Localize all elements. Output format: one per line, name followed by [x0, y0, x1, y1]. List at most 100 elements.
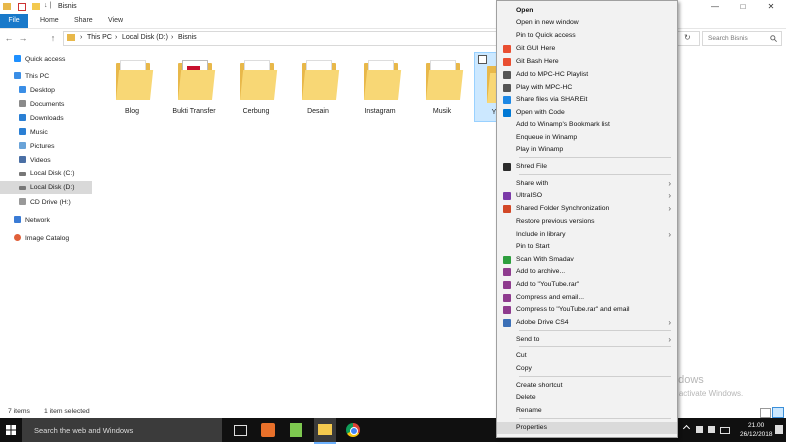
menu-item-open[interactable]: Open [497, 5, 677, 17]
menu-item-play-in-winamp[interactable]: Play in Winamp [497, 144, 677, 156]
folder-item-selected[interactable]: Y [474, 52, 498, 122]
new-folder-icon[interactable] [32, 3, 40, 10]
tray-arrow-icon[interactable] [682, 424, 691, 433]
sidebar-item-videos[interactable]: Videos [19, 156, 51, 169]
image-catalog-icon [14, 234, 21, 241]
menu-item-pin-to-start[interactable]: Pin to Start [497, 241, 677, 253]
menu-item-add-to-youtube-rar[interactable]: Add to "YouTube.rar" [497, 279, 677, 291]
sidebar-item-documents[interactable]: Documents [19, 100, 64, 113]
menu-item-git-bash-here[interactable]: Git Bash Here [497, 56, 677, 68]
task-view-icon[interactable] [232, 422, 248, 438]
folder-item[interactable]: Bukti Transfer [166, 56, 222, 122]
close-button[interactable]: ✕ [756, 1, 786, 13]
menu-item-restore-previous-versions[interactable]: Restore previous versions [497, 216, 677, 228]
notepad-icon[interactable] [288, 422, 304, 438]
clock-date[interactable]: 26/12/2018 [740, 431, 773, 438]
menu-item-adobe-drive-cs4[interactable]: Adobe Drive CS4 › [497, 317, 677, 329]
menu-item-git-gui-here[interactable]: Git GUI Here [497, 43, 677, 55]
menu-item-open-with-code[interactable]: Open with Code [497, 107, 677, 119]
menu-item-pin-to-quick-access[interactable]: Pin to Quick access [497, 30, 677, 42]
menu-item-compress-to-youtube-rar-and-email[interactable]: Compress to "YouTube.rar" and email [497, 304, 677, 316]
menu-item-open-in-new-window[interactable]: Open in new window [497, 17, 677, 29]
menu-separator [519, 418, 671, 419]
tab-share[interactable]: Share [74, 14, 93, 28]
sidebar-item-image-catalog[interactable]: Image Catalog [14, 234, 69, 247]
menu-item-ultraiso[interactable]: UltraISO › [497, 190, 677, 202]
menu-item-add-to-archive[interactable]: Add to archive... [497, 266, 677, 278]
item-count: 7 items [8, 408, 30, 415]
menu-item-include-in-library[interactable]: Include in library › [497, 229, 677, 241]
menu-item-create-shortcut[interactable]: Create shortcut [497, 380, 677, 392]
sidebar-item-cd-drive-h[interactable]: CD Drive (H:) [19, 198, 71, 211]
refresh-icon[interactable]: ↻ [684, 33, 691, 42]
menu-item-label: Restore previous versions [516, 218, 595, 225]
menu-item-add-to-winamp-s-bookmark-list[interactable]: Add to Winamp's Bookmark list [497, 119, 677, 131]
sidebar-item-desktop[interactable]: Desktop [19, 86, 55, 99]
menu-item-shred-file[interactable]: Shred File [497, 161, 677, 173]
menu-item-send-to[interactable]: Send to › [497, 334, 677, 346]
up-button[interactable]: ↑ [48, 32, 58, 44]
volume-icon[interactable] [708, 426, 715, 433]
menu-item-properties[interactable]: Properties [497, 422, 677, 434]
details-view-icon[interactable] [760, 408, 771, 418]
sidebar-item-music[interactable]: Music [19, 128, 48, 141]
sidebar-item-downloads[interactable]: Downloads [19, 114, 64, 127]
menu-item-scan-with-smadav[interactable]: Scan With Smadav [497, 254, 677, 266]
menu-item-share-with[interactable]: Share with › [497, 178, 677, 190]
file-explorer-icon[interactable] [314, 418, 336, 444]
sidebar-item-this-pc[interactable]: This PC [14, 72, 49, 85]
search-placeholder: Search Bisnis [708, 35, 748, 42]
menu-item-shared-folder-synchronization[interactable]: Shared Folder Synchronization › [497, 203, 677, 215]
menu-item-add-to-mpc-hc-playlist[interactable]: Add to MPC-HC Playlist [497, 69, 677, 81]
drive-icon [19, 186, 26, 190]
folder-item[interactable]: Blog [104, 56, 160, 122]
sidebar-item-quick-access[interactable]: Quick access [14, 55, 65, 68]
start-button[interactable] [0, 418, 22, 442]
folder-item[interactable]: Cerbung [228, 56, 284, 122]
sidebar-item-network[interactable]: Network [14, 216, 50, 229]
maximize-button[interactable]: □ [728, 1, 758, 13]
folder-item[interactable]: Musik [414, 56, 470, 122]
back-button[interactable]: ← [4, 32, 14, 44]
menu-item-compress-and-email[interactable]: Compress and email... [497, 292, 677, 304]
menu-item-cut[interactable]: Cut [497, 350, 677, 362]
menu-item-rename[interactable]: Rename [497, 405, 677, 417]
battery-icon[interactable] [720, 427, 730, 434]
quick-access-dropdown-icon[interactable]: ↓ | [44, 2, 51, 9]
sidebar-item-local-disk-d[interactable]: Local Disk (D:) [0, 181, 92, 194]
forward-button[interactable]: → [18, 32, 28, 44]
tab-file[interactable]: File [0, 14, 28, 28]
breadcrumb-local-disk-d[interactable]: Local Disk (D:) [122, 34, 168, 41]
checkbox[interactable] [478, 55, 487, 64]
git-icon [503, 45, 511, 53]
menu-item-enqueue-in-winamp[interactable]: Enqueue in Winamp [497, 132, 677, 144]
chrome-icon[interactable] [345, 422, 361, 438]
menu-item-copy[interactable]: Copy [497, 363, 677, 375]
properties-icon[interactable] [18, 3, 26, 11]
system-tray-icons[interactable] [682, 424, 734, 434]
window-title: Bisnis [58, 3, 77, 10]
menu-separator [519, 376, 671, 377]
menu-item-delete[interactable]: Delete [497, 392, 677, 404]
folder-icon [240, 60, 278, 100]
folder-item[interactable]: Desain [290, 56, 346, 122]
folder-item[interactable]: Instagram [352, 56, 408, 122]
search-input[interactable]: Search Bisnis [702, 31, 782, 46]
menu-item-play-with-mpc-hc[interactable]: Play with MPC-HC [497, 82, 677, 94]
network-icon[interactable] [696, 426, 703, 433]
app-icon[interactable] [260, 422, 276, 438]
taskbar-search[interactable]: Search the web and Windows [22, 418, 222, 442]
notifications-icon[interactable] [775, 425, 783, 434]
sidebar-item-pictures[interactable]: Pictures [19, 142, 55, 155]
clock-time[interactable]: 21.00 [748, 422, 764, 429]
breadcrumb-this-pc[interactable]: This PC [87, 34, 112, 41]
tab-view[interactable]: View [108, 14, 123, 28]
menu-item-label: Share with [516, 180, 549, 187]
tab-home[interactable]: Home [40, 14, 59, 28]
breadcrumb-bisnis[interactable]: Bisnis [178, 34, 197, 41]
chevron-right-icon: › [668, 318, 671, 327]
music-icon [19, 128, 26, 135]
menu-item-share-files-via-shareit[interactable]: Share files via SHAREit [497, 94, 677, 106]
minimize-button[interactable]: — [700, 1, 730, 13]
large-icons-view-icon[interactable] [772, 407, 784, 418]
